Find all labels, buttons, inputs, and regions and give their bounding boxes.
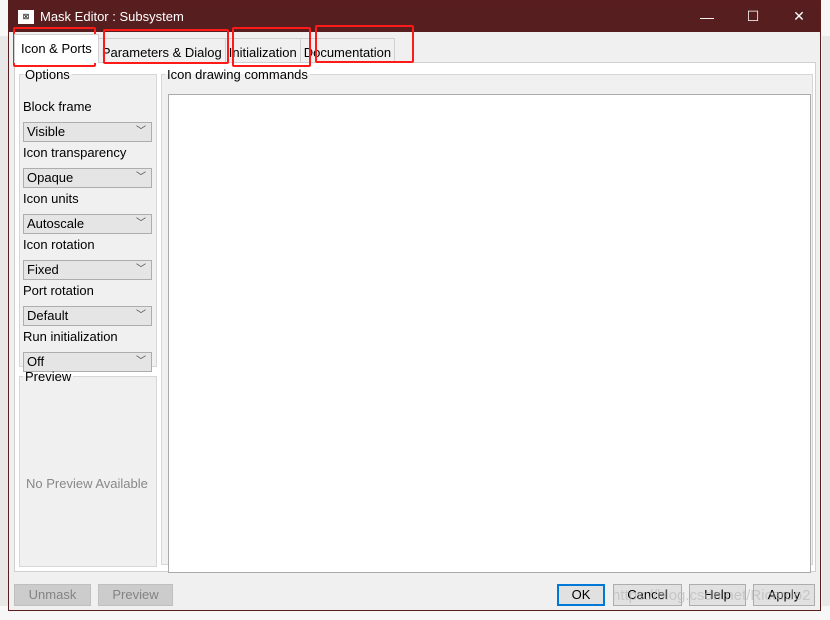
- icon-drawing-commands-textarea[interactable]: [168, 94, 811, 573]
- maximize-button[interactable]: ☐: [730, 1, 776, 32]
- commands-legend: Icon drawing commands: [167, 67, 308, 82]
- icon-rotation-select[interactable]: Fixed ﹀: [23, 260, 152, 280]
- icon-transparency-select[interactable]: Opaque ﹀: [23, 168, 152, 188]
- mask-editor-window: ⊠ Mask Editor : Subsystem — ☐ ✕ Icon & P…: [8, 0, 821, 611]
- port-rotation-label: Port rotation: [23, 283, 94, 298]
- preview-button[interactable]: Preview: [98, 584, 173, 606]
- tab-panel: Options Block frame Visible ﹀ Icon transp…: [14, 62, 816, 573]
- options-legend: Options: [25, 67, 70, 82]
- tab-icon-ports[interactable]: Icon & Ports: [14, 34, 99, 63]
- preview-group: Preview No Preview Available: [19, 369, 157, 567]
- ok-button[interactable]: OK: [557, 584, 605, 606]
- preview-legend: Preview: [25, 369, 72, 384]
- highlight-box: [103, 29, 229, 64]
- minimize-button[interactable]: —: [684, 1, 730, 32]
- icon-units-label: Icon units: [23, 191, 79, 206]
- no-preview-text: No Preview Available: [26, 476, 148, 491]
- highlight-box: [315, 25, 414, 63]
- chevron-down-icon: ﹀: [136, 172, 146, 183]
- app-icon: ⊠: [18, 9, 34, 24]
- icon-units-select[interactable]: Autoscale ﹀: [23, 214, 152, 234]
- title-bar: ⊠ Mask Editor : Subsystem — ☐ ✕: [9, 1, 820, 32]
- block-frame-select[interactable]: Visible ﹀: [23, 122, 152, 142]
- block-frame-label: Block frame: [23, 99, 92, 114]
- icon-transparency-label: Icon transparency: [23, 145, 127, 160]
- chevron-down-icon: ﹀: [136, 218, 146, 229]
- icon-rotation-label: Icon rotation: [23, 237, 95, 252]
- port-rotation-select[interactable]: Default ﹀: [23, 306, 152, 326]
- chevron-down-icon: ﹀: [136, 126, 146, 137]
- icon-drawing-commands-group: Icon drawing commands: [161, 67, 813, 573]
- chevron-down-icon: ﹀: [136, 264, 146, 275]
- close-button[interactable]: ✕: [776, 1, 822, 32]
- run-initialization-label: Run initialization: [23, 329, 118, 344]
- chevron-down-icon: ﹀: [136, 310, 146, 321]
- unmask-button[interactable]: Unmask: [14, 584, 91, 606]
- window-title: Mask Editor : Subsystem: [40, 9, 184, 24]
- options-group: Options Block frame Visible ﹀ Icon transp…: [19, 67, 157, 372]
- watermark: https://blog.csdn.net/Ricardo2: [612, 587, 811, 604]
- highlight-box: [232, 27, 311, 67]
